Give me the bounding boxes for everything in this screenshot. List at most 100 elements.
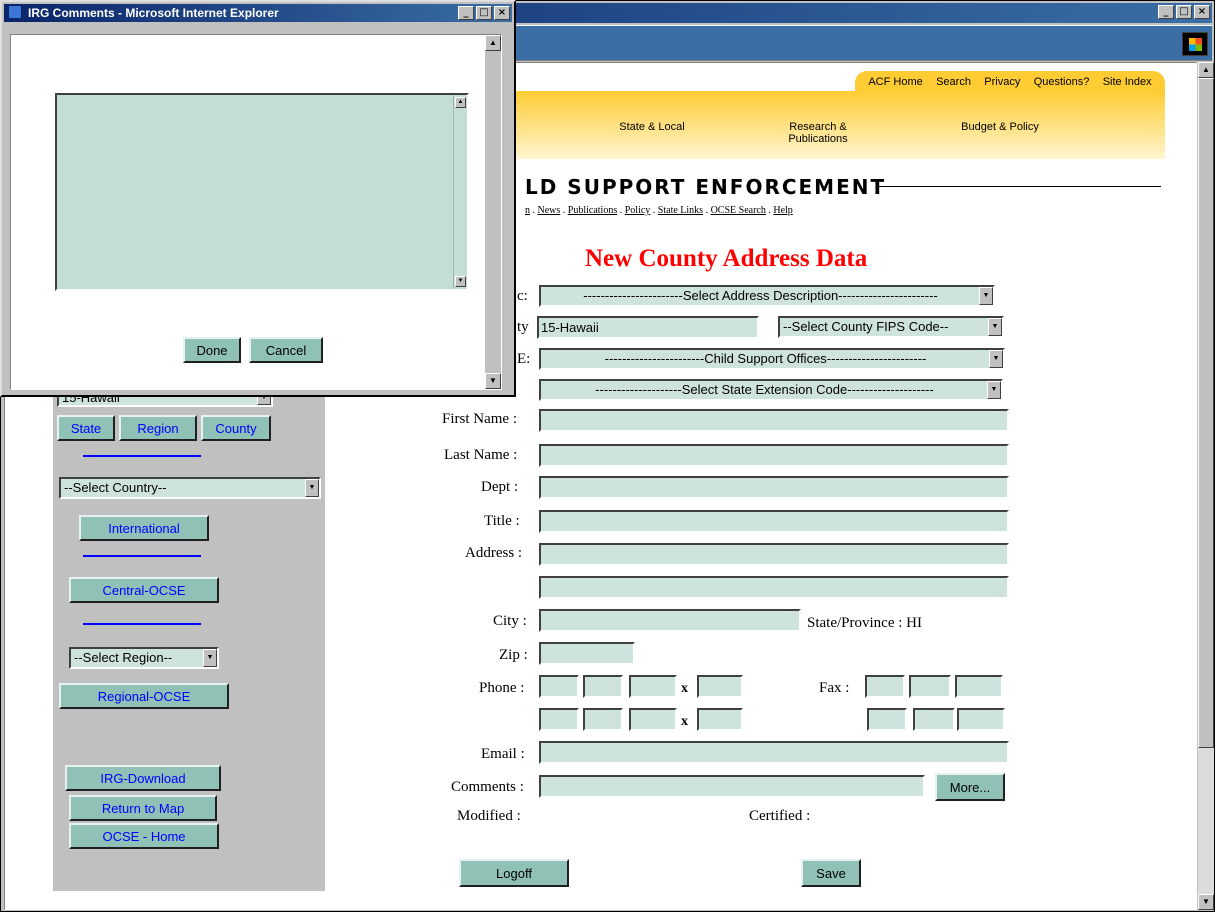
questions-link[interactable]: Questions?	[1034, 76, 1090, 88]
comments-textarea[interactable]: ▲ ▼	[55, 93, 469, 291]
state-button[interactable]: State	[57, 415, 115, 441]
region-button[interactable]: Region	[119, 415, 197, 441]
more-button[interactable]: More...	[935, 773, 1005, 801]
acf-banner: State & Local Research & Publications Bu…	[515, 91, 1165, 159]
phone2-prefix-field[interactable]	[583, 708, 623, 731]
county-label: ty	[517, 319, 529, 335]
done-button[interactable]: Done	[183, 337, 241, 363]
scroll-down-icon[interactable]: ▼	[1198, 894, 1214, 910]
county-button[interactable]: County	[201, 415, 271, 441]
acf-home-link[interactable]: ACF Home	[868, 76, 922, 88]
return-to-map-button[interactable]: Return to Map	[69, 795, 217, 821]
phone-extension-field[interactable]	[697, 675, 743, 698]
fax2-area-code-field[interactable]	[867, 708, 907, 731]
region-select-value: --Select Region--	[74, 650, 173, 665]
ocse-link-state-links[interactable]: State Links	[658, 205, 703, 216]
zip-field[interactable]	[539, 642, 635, 665]
scroll-up-icon[interactable]: ▲	[455, 97, 466, 108]
chevron-down-icon[interactable]: ▼	[987, 381, 1001, 399]
nav-budget-policy[interactable]: Budget & Policy	[945, 121, 1055, 133]
ocse-link-help[interactable]: Help	[773, 205, 792, 216]
last-name-field[interactable]	[539, 444, 1009, 467]
page-scrollbar[interactable]: ▲ ▼	[1198, 62, 1214, 910]
chevron-down-icon[interactable]: ▼	[305, 479, 319, 497]
popup-minimize-button[interactable]: _	[458, 6, 474, 20]
nav-research[interactable]: Research & Publications	[773, 121, 863, 145]
fips-code-select[interactable]: --Select County FIPS Code-- ▼	[778, 316, 1004, 338]
divider	[83, 455, 201, 457]
ocse-link-policy[interactable]: Policy	[625, 205, 651, 216]
phone-label: Phone :	[479, 680, 525, 696]
city-label: City :	[493, 613, 527, 629]
close-button[interactable]: ×	[1194, 5, 1210, 19]
city-field[interactable]	[539, 609, 801, 632]
scroll-up-icon[interactable]: ▲	[1198, 62, 1214, 78]
divider	[83, 555, 201, 557]
first-name-field[interactable]	[539, 409, 1009, 432]
county-field[interactable]: 15-Hawaii	[537, 316, 759, 339]
popup-close-button[interactable]: ×	[494, 6, 510, 20]
chevron-down-icon[interactable]: ▼	[989, 350, 1003, 368]
phone2-area-code-field[interactable]	[539, 708, 579, 731]
scroll-down-icon[interactable]: ▼	[485, 373, 501, 389]
site-index-link[interactable]: Site Index	[1103, 76, 1152, 88]
phone2-line-field[interactable]	[629, 708, 677, 731]
maximize-button[interactable]: □	[1176, 5, 1192, 19]
privacy-link[interactable]: Privacy	[984, 76, 1020, 88]
regional-ocse-button[interactable]: Regional-OCSE	[59, 683, 229, 709]
phone-area-code-field[interactable]	[539, 675, 579, 698]
ocse-link-publications[interactable]: Publications	[568, 205, 617, 216]
comments-field[interactable]	[539, 775, 925, 798]
title-field[interactable]	[539, 510, 1009, 533]
email-field[interactable]	[539, 741, 1009, 764]
windows-logo-icon	[1182, 32, 1208, 56]
logoff-button[interactable]: Logoff	[459, 859, 569, 887]
office-type-value: -----------------------Child Support Off…	[604, 351, 927, 366]
fax2-prefix-field[interactable]	[913, 708, 955, 731]
search-link[interactable]: Search	[936, 76, 971, 88]
comments-label: Comments :	[451, 779, 524, 795]
phone2-extension-field[interactable]	[697, 708, 743, 731]
chevron-down-icon[interactable]: ▼	[203, 649, 217, 667]
office-type-select[interactable]: -----------------------Child Support Off…	[539, 348, 1005, 370]
fax-prefix-field[interactable]	[909, 675, 951, 698]
ocse-link-search[interactable]: OCSE Search	[711, 205, 766, 216]
chevron-down-icon[interactable]: ▼	[979, 287, 993, 305]
ocse-link-news[interactable]: News	[538, 205, 561, 216]
save-button[interactable]: Save	[801, 859, 861, 887]
acf-top-links: ACF Home Search Privacy Questions? Site …	[855, 71, 1165, 93]
nav-state-local[interactable]: State & Local	[597, 121, 707, 133]
popup-maximize-button[interactable]: □	[476, 6, 492, 20]
irg-download-button[interactable]: IRG-Download	[65, 765, 221, 791]
scroll-up-icon[interactable]: ▲	[485, 35, 501, 51]
phone-line-field[interactable]	[629, 675, 677, 698]
fax-line-field[interactable]	[955, 675, 1003, 698]
phone-prefix-field[interactable]	[583, 675, 623, 698]
extension-code-select[interactable]: --------------------Select State Extensi…	[539, 379, 1003, 401]
email-label: Email :	[481, 746, 525, 762]
dept-field[interactable]	[539, 476, 1009, 499]
address-description-value: -----------------------Select Address De…	[583, 288, 938, 303]
textarea-scrollbar[interactable]: ▲ ▼	[453, 95, 467, 289]
country-select[interactable]: --Select Country-- ▼	[59, 477, 321, 499]
fax2-line-field[interactable]	[957, 708, 1005, 731]
region-select[interactable]: --Select Region-- ▼	[69, 647, 219, 669]
international-button[interactable]: International	[79, 515, 209, 541]
address-label: Address :	[465, 545, 523, 561]
address-line2-field[interactable]	[539, 576, 1009, 599]
address-line1-field[interactable]	[539, 543, 1009, 566]
fax-area-code-field[interactable]	[865, 675, 905, 698]
popup-scrollbar[interactable]: ▲ ▼	[485, 35, 501, 389]
ocse-link-partial[interactable]: n	[525, 205, 530, 216]
minimize-button[interactable]: _	[1158, 5, 1174, 19]
popup-content: ▲ ▼ Done Cancel ▲ ▼	[10, 34, 502, 390]
ocse-home-button[interactable]: OCSE - Home	[69, 823, 219, 849]
central-ocse-button[interactable]: Central-OCSE	[69, 577, 219, 603]
popup-title: IRG Comments - Microsoft Internet Explor…	[28, 6, 279, 20]
scroll-thumb[interactable]	[1198, 78, 1214, 748]
nav-research-line1: Research &	[789, 121, 847, 133]
cancel-button[interactable]: Cancel	[249, 337, 323, 363]
chevron-down-icon[interactable]: ▼	[988, 318, 1002, 336]
scroll-down-icon[interactable]: ▼	[455, 276, 466, 287]
address-description-select[interactable]: -----------------------Select Address De…	[539, 285, 995, 307]
